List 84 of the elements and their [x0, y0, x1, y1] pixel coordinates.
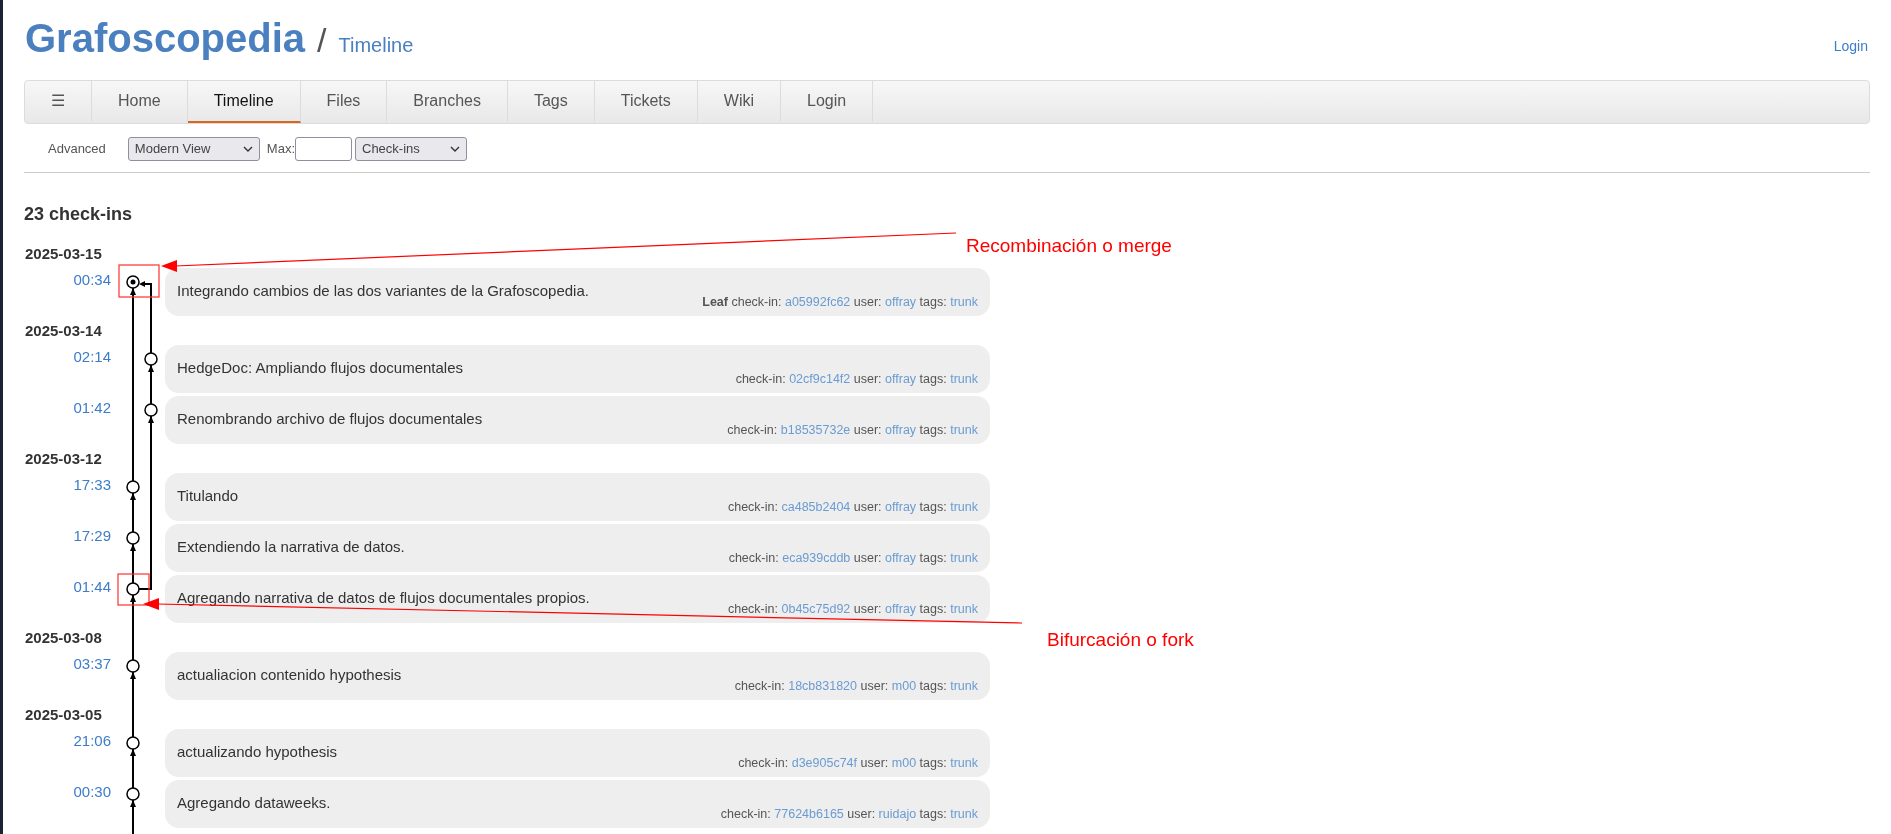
checkin-comment: Agregando narrativa de datos de flujos documentales propios. — [177, 588, 590, 608]
view-select[interactable]: Modern View — [127, 137, 260, 161]
time-link[interactable]: 00:30 — [73, 780, 111, 804]
chevron-down-icon — [242, 146, 253, 152]
time-link[interactable]: 00:34 — [73, 268, 111, 292]
time-link[interactable]: 03:37 — [73, 652, 111, 676]
hash-link[interactable]: ca485b2404 — [781, 500, 851, 514]
checkin-meta: check-in: 77624b6165 user: ruidajo tags: trunk — [720, 806, 978, 823]
highlight-box — [118, 264, 160, 298]
nav-tab[interactable]: Wiki — [697, 81, 782, 123]
hash-link[interactable]: eca939cddb — [782, 551, 851, 565]
checkin-meta: check-in: eca939cddb user: offray tags: trunk — [728, 550, 978, 567]
tag-link[interactable]: trunk — [950, 679, 978, 693]
hash-link[interactable]: a05992fc62 — [784, 295, 851, 309]
hash-link[interactable]: 18cb831820 — [788, 679, 858, 693]
nav-tab[interactable]: Timeline — [187, 81, 301, 123]
tag-link[interactable]: trunk — [950, 756, 978, 770]
date-label: 2025-03-14 — [25, 321, 102, 341]
nav-tab[interactable]: ☰ — [25, 81, 92, 123]
project-title[interactable]: Grafoscopedia — [25, 14, 306, 62]
checkin-comment: Renombrando archivo de flujos documentales — [177, 409, 483, 429]
checkin-comment: Integrando cambios de las dos variantes de la Grafoscopedia. — [177, 281, 589, 301]
checkin-comment: Titulando — [177, 486, 239, 506]
advanced-link[interactable]: Advanced — [48, 139, 106, 159]
time-link[interactable]: 17:29 — [73, 524, 111, 548]
user-link[interactable]: offray — [885, 602, 917, 616]
annotation-label: Recombinación o merge — [966, 234, 1172, 258]
checkin-meta: Leaf check-in: a05992fc62 user: offray tags: trunk — [702, 294, 978, 311]
tag-link[interactable]: trunk — [950, 295, 978, 309]
user-link[interactable]: offray — [885, 551, 917, 565]
hash-link[interactable]: 77624b6165 — [774, 807, 844, 821]
highlight-box — [117, 573, 150, 606]
tag-link[interactable]: trunk — [950, 807, 978, 821]
nav-tab[interactable]: Home — [92, 81, 188, 123]
checkin-meta: check-in: ca485b2404 user: offray tags: trunk — [727, 499, 978, 516]
nav-tab[interactable]: Login — [781, 81, 874, 123]
checkin-comment: Agregando dataweeks. — [177, 793, 331, 813]
nav-tab[interactable]: Tickets — [594, 81, 698, 123]
chevron-down-icon — [450, 146, 460, 152]
date-label: 2025-03-15 — [25, 244, 102, 264]
nav-tab[interactable]: Tags — [507, 81, 595, 123]
user-link[interactable]: offray — [885, 423, 917, 437]
time-link[interactable]: 02:14 — [73, 345, 111, 369]
user-link[interactable]: offray — [885, 372, 917, 386]
time-link[interactable]: 17:33 — [73, 473, 111, 497]
hash-link[interactable]: d3e905c74f — [791, 756, 858, 770]
hash-link[interactable]: 0b45c75d92 — [781, 602, 851, 616]
tag-link[interactable]: trunk — [950, 551, 978, 565]
checkin-meta: check-in: 02cf9c14f2 user: offray tags: trunk — [735, 371, 978, 388]
checkin-comment: actualizando hypothesis — [177, 742, 338, 762]
user-link[interactable]: m00 — [891, 756, 917, 770]
max-input[interactable] — [295, 137, 352, 161]
date-label: 2025-03-08 — [25, 628, 102, 648]
hash-link[interactable]: b18535732e — [780, 423, 851, 437]
checkin-meta: check-in: 0b45c75d92 user: offray tags: trunk — [727, 601, 978, 618]
tag-link[interactable]: trunk — [950, 602, 978, 616]
hash-link[interactable]: 02cf9c14f2 — [789, 372, 851, 386]
nav-tab[interactable]: Branches — [387, 81, 508, 123]
time-link[interactable]: 01:42 — [73, 396, 111, 420]
user-link[interactable]: offray — [885, 295, 917, 309]
annotation-label: Bifurcación o fork — [1047, 628, 1194, 652]
nav-tab[interactable]: Files — [300, 81, 388, 123]
time-link[interactable]: 21:06 — [73, 729, 111, 753]
page-title[interactable]: Timeline — [338, 30, 414, 60]
checkin-meta: check-in: 18cb831820 user: m00 tags: trunk — [734, 678, 978, 695]
checkin-meta: check-in: d3e905c74f user: m00 tags: trunk — [738, 755, 978, 772]
checkin-comment: actualiacion contenido hypothesis — [177, 665, 402, 685]
title-separator: / — [317, 20, 327, 61]
tag-link[interactable]: trunk — [950, 500, 978, 514]
user-link[interactable]: ruidajo — [878, 807, 917, 821]
max-label: Max: — [266, 140, 295, 159]
type-select[interactable]: Check-ins — [355, 137, 467, 161]
checkin-comment: Extendiendo la narrativa de datos. — [177, 537, 405, 557]
date-label: 2025-03-05 — [25, 705, 102, 725]
checkin-meta: check-in: b18535732e user: offray tags: trunk — [727, 422, 978, 439]
time-link[interactable]: 01:44 — [73, 575, 111, 599]
checkin-count: 23 check-ins — [23, 203, 134, 226]
checkin-comment: HedgeDoc: Ampliando flujos documentales — [177, 358, 463, 378]
tag-link[interactable]: trunk — [950, 372, 978, 386]
date-label: 2025-03-12 — [25, 449, 102, 469]
user-link[interactable]: offray — [885, 500, 917, 514]
login-link[interactable]: Login — [1833, 36, 1868, 57]
user-link[interactable]: m00 — [891, 679, 917, 693]
tag-link[interactable]: trunk — [950, 423, 978, 437]
